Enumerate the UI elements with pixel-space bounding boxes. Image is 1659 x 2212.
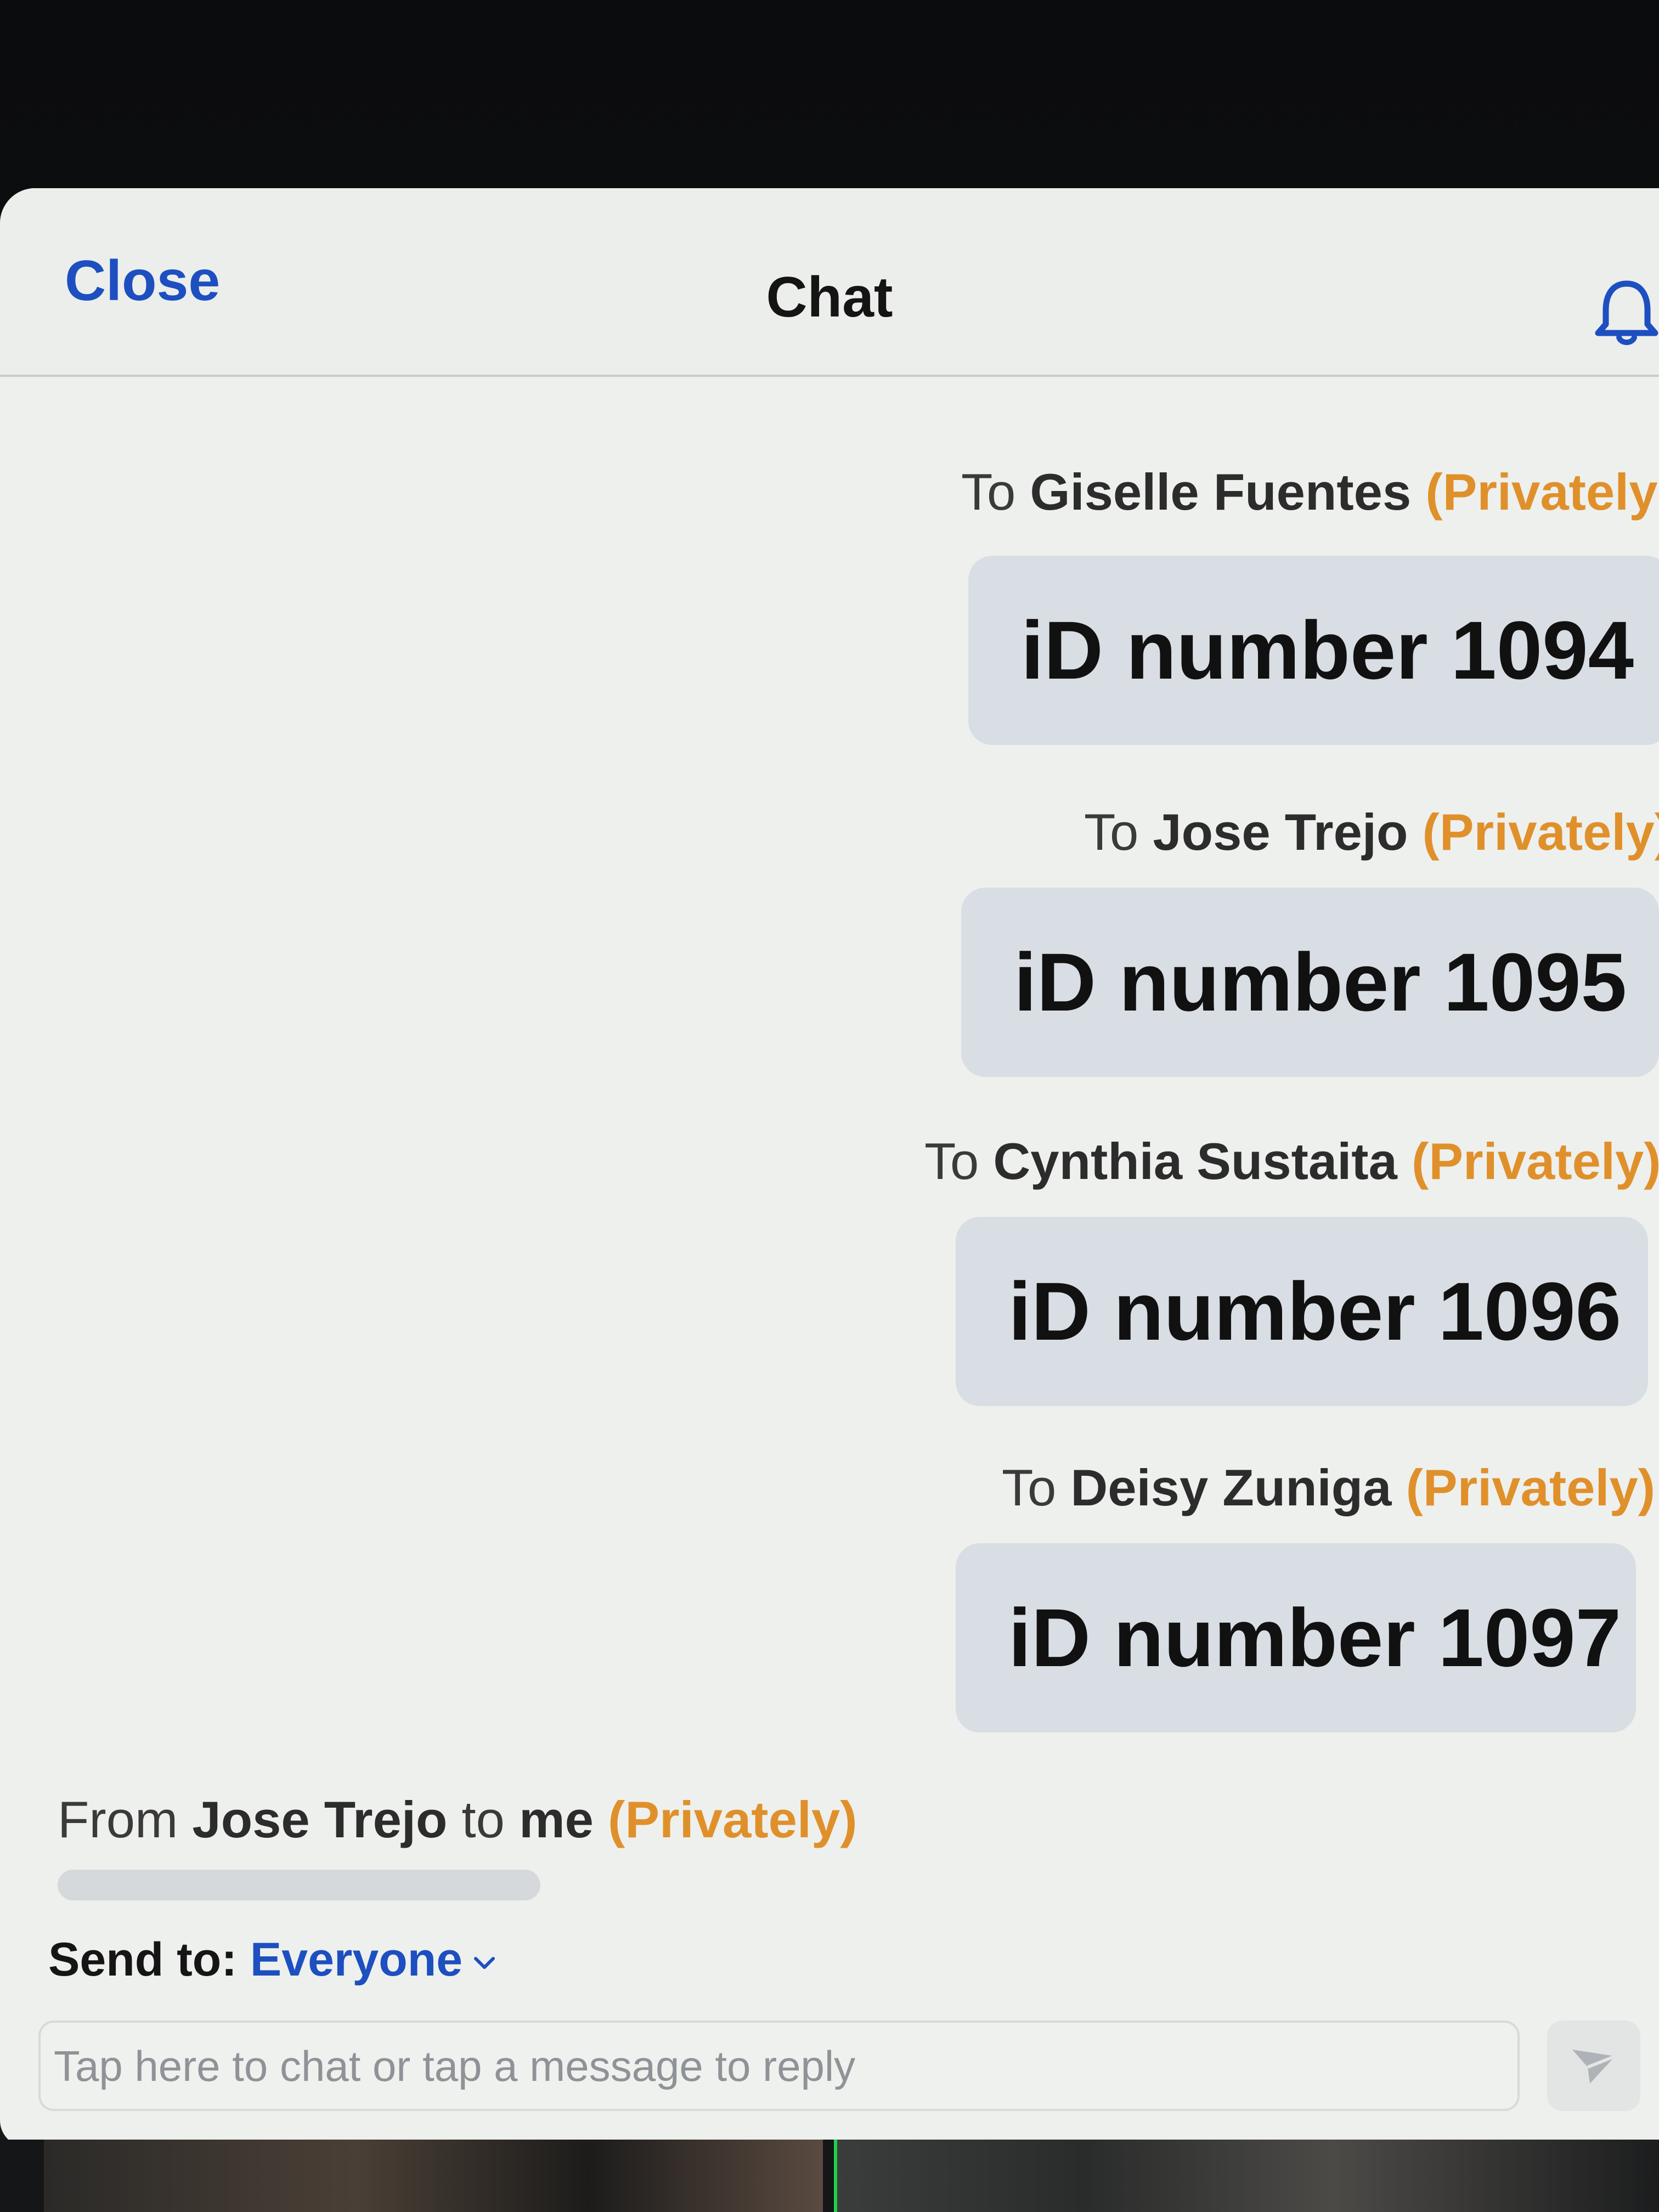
message-bubble[interactable]: iD number 1095	[961, 888, 1659, 1077]
send-to-value: Everyone	[250, 1933, 463, 1986]
page-title: Chat	[766, 266, 893, 329]
message-recipient-line: To Cynthia Sustaita (Privately)	[924, 1132, 1659, 1191]
sender-name: Jose Trejo	[192, 1791, 448, 1848]
chat-input-box[interactable]	[38, 2021, 1520, 2111]
send-to-row: Send to: Everyone	[48, 1933, 498, 1987]
recipient-name: Giselle Fuentes	[1030, 463, 1412, 521]
from-middle: to	[447, 1791, 520, 1848]
privacy-tag: (Privately)	[1422, 803, 1659, 861]
chat-input[interactable]	[53, 2023, 1503, 2110]
video-tile[interactable]	[834, 2140, 1659, 2212]
privacy-tag: (Privately	[1425, 463, 1658, 521]
recipient-prefix: To	[961, 463, 1030, 521]
incoming-message-header: From Jose Trejo to me (Privately)	[58, 1790, 857, 1849]
message-bubble[interactable]: iD number 1097	[956, 1543, 1636, 1733]
message-bubble[interactable]: iD number 1096	[956, 1217, 1648, 1406]
recipient-name: Deisy Zuniga	[1070, 1459, 1392, 1516]
chat-header: Close Chat	[0, 188, 1659, 377]
message-recipient-line: To Giselle Fuentes (Privately	[961, 462, 1658, 522]
message-text: iD number 1094	[1021, 604, 1634, 696]
send-to-label: Send to:	[48, 1933, 237, 1986]
video-tile[interactable]	[44, 2140, 823, 2212]
recipient-me: me	[519, 1791, 594, 1848]
privacy-tag: (Privately)	[608, 1791, 857, 1848]
message-bubble[interactable]: iD number 1094	[968, 556, 1659, 745]
privacy-tag: (Privately)	[1406, 1459, 1656, 1516]
message-text: iD number 1096	[1008, 1265, 1622, 1357]
message-recipient-line: To Deisy Zuniga (Privately)	[1002, 1458, 1655, 1517]
send-icon	[1572, 2050, 1616, 2084]
message-list: To Giselle Fuentes (Privately iD number …	[0, 375, 1659, 1790]
bell-icon[interactable]	[1594, 276, 1659, 347]
message-text: iD number 1097	[1008, 1592, 1622, 1684]
recipient-prefix: To	[1084, 803, 1153, 861]
incoming-message-preview[interactable]	[58, 1870, 540, 1900]
message-recipient-line: To Jose Trejo (Privately)	[1084, 803, 1659, 862]
recipient-prefix: To	[1002, 1459, 1071, 1516]
recipient-name: Cynthia Sustaita	[993, 1132, 1397, 1190]
recipient-prefix: To	[924, 1132, 994, 1190]
chat-panel: Close Chat To Giselle Fuentes (Privately…	[0, 188, 1659, 2147]
privacy-tag: (Privately)	[1412, 1132, 1659, 1190]
send-to-dropdown[interactable]: Everyone	[250, 1933, 498, 1986]
send-button[interactable]	[1547, 2021, 1640, 2111]
message-text: iD number 1095	[1014, 936, 1627, 1028]
screen-background: Close Chat To Giselle Fuentes (Privately…	[0, 0, 1659, 2212]
chevron-down-icon	[474, 1957, 495, 1970]
from-prefix: From	[58, 1791, 193, 1848]
recipient-name: Jose Trejo	[1153, 803, 1408, 861]
